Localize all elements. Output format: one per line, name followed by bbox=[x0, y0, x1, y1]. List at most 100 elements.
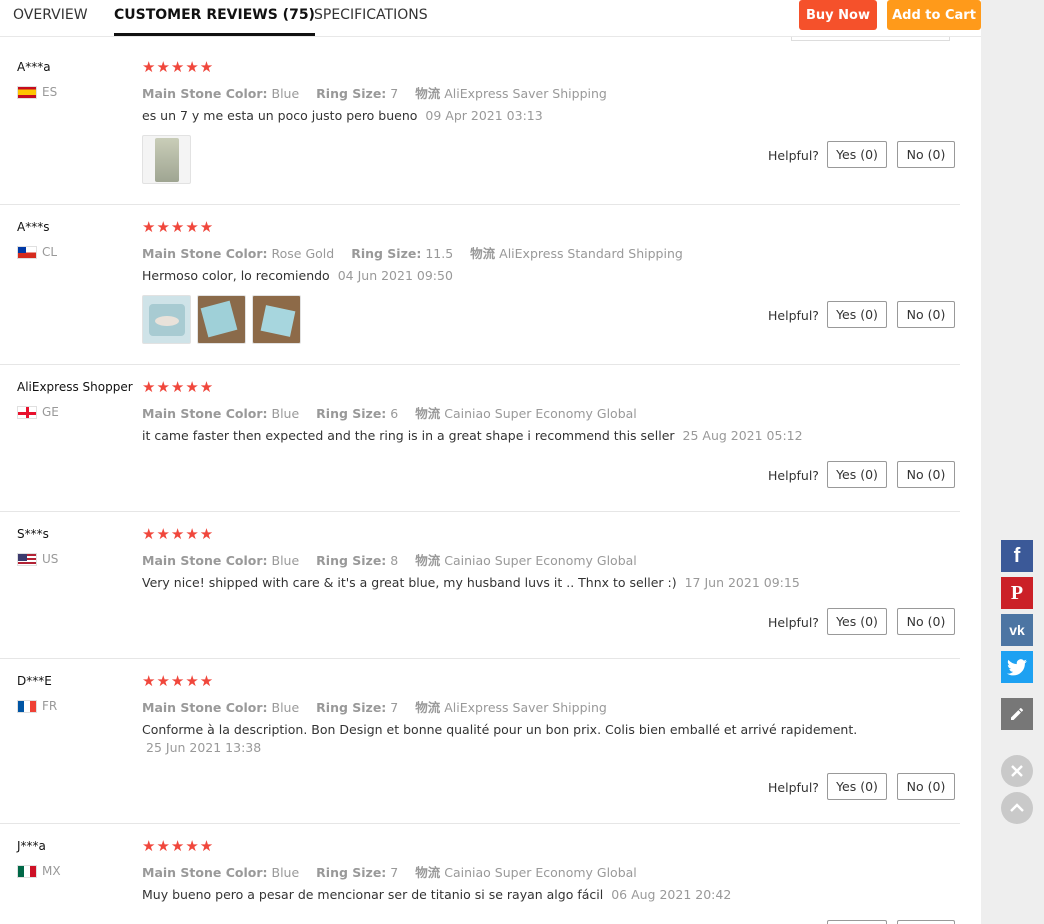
reviewer-country: ES bbox=[17, 85, 57, 99]
feedback-edit-button[interactable] bbox=[1001, 698, 1033, 730]
helpful-yes-button-partial[interactable] bbox=[827, 920, 887, 924]
stone-color-label: Main Stone Color: bbox=[142, 86, 268, 101]
facebook-icon: f bbox=[1013, 544, 1021, 567]
review-photo[interactable] bbox=[197, 295, 246, 344]
close-sidebar-button[interactable] bbox=[1001, 755, 1033, 787]
helpful-yes-button[interactable]: Yes (0) bbox=[827, 461, 887, 488]
star-rating: ★★★★★ bbox=[142, 58, 215, 76]
review-divider bbox=[0, 823, 960, 824]
helpful-yes-button[interactable]: Yes (0) bbox=[827, 773, 887, 800]
review-body: Hermoso color, lo recomiendo bbox=[142, 268, 330, 283]
stone-color-value: Blue bbox=[271, 865, 300, 880]
helpful-no-button-partial[interactable] bbox=[897, 920, 955, 924]
star-rating: ★★★★★ bbox=[142, 672, 215, 690]
helpful-no-button[interactable]: No (0) bbox=[897, 141, 955, 168]
tab-specifications[interactable]: SPECIFICATIONS bbox=[314, 7, 428, 23]
helpful-yes-button[interactable]: Yes (0) bbox=[827, 608, 887, 635]
review-text: it came faster then expected and the rin… bbox=[142, 427, 862, 445]
tab-customer-reviews[interactable]: CUSTOMER REVIEWS (75) bbox=[114, 7, 315, 36]
helpful-no-button[interactable]: No (0) bbox=[897, 461, 955, 488]
stone-color-value: Blue bbox=[271, 406, 300, 421]
review-date: 09 Apr 2021 03:13 bbox=[425, 108, 543, 123]
usa-flag-icon bbox=[17, 552, 37, 566]
reviewer-name: AliExpress Shopper bbox=[17, 380, 133, 394]
review-photos bbox=[142, 295, 301, 344]
review-body: Very nice! shipped with care & it's a gr… bbox=[142, 575, 677, 590]
add-to-cart-button[interactable]: Add to Cart bbox=[887, 0, 981, 30]
stone-color-value: Blue bbox=[271, 86, 300, 101]
reviewer-country: FR bbox=[17, 699, 57, 713]
stone-color-label: Main Stone Color: bbox=[142, 246, 268, 261]
review-body: it came faster then expected and the rin… bbox=[142, 428, 675, 443]
helpful-label: Helpful? bbox=[768, 468, 819, 483]
review-attributes: Main Stone Color: Blue Ring Size: 7 物流 A… bbox=[142, 83, 607, 102]
country-code: US bbox=[42, 552, 59, 566]
review-attributes: Main Stone Color: Blue Ring Size: 7 物流 A… bbox=[142, 697, 607, 716]
stone-color-label: Main Stone Color: bbox=[142, 406, 268, 421]
helpful-label: Helpful? bbox=[768, 308, 819, 323]
twitter-share-button[interactable] bbox=[1001, 651, 1033, 683]
ring-size-value: 6 bbox=[390, 406, 399, 421]
pinterest-share-button[interactable]: P bbox=[1001, 577, 1033, 609]
review-text: es un 7 y me esta un poco justo pero bue… bbox=[142, 107, 862, 125]
ring-size-value: 7 bbox=[390, 86, 399, 101]
review-attributes: Main Stone Color: Blue Ring Size: 8 物流 C… bbox=[142, 550, 637, 569]
shipping-value: AliExpress Saver Shipping bbox=[444, 700, 607, 715]
mexico-flag-icon bbox=[17, 864, 37, 878]
shipping-label: 物流 bbox=[470, 246, 496, 261]
review-divider bbox=[0, 204, 960, 205]
country-code: CL bbox=[42, 245, 58, 259]
country-code: GE bbox=[42, 405, 59, 419]
reviewer-name: D***E bbox=[17, 674, 52, 688]
vk-share-button[interactable]: vk bbox=[1001, 614, 1033, 646]
twitter-icon bbox=[1007, 658, 1027, 675]
tab-overview[interactable]: OVERVIEW bbox=[13, 7, 88, 23]
star-rating: ★★★★★ bbox=[142, 378, 215, 396]
review-text: Muy bueno pero a pesar de mencionar ser … bbox=[142, 886, 862, 904]
ring-size-value: 11.5 bbox=[425, 246, 454, 261]
ring-size-value: 7 bbox=[390, 865, 399, 880]
review-date: 06 Aug 2021 20:42 bbox=[611, 887, 732, 902]
review-divider bbox=[0, 658, 960, 659]
shipping-value: Cainiao Super Economy Global bbox=[444, 865, 637, 880]
review-photo[interactable] bbox=[252, 295, 301, 344]
review-body: Muy bueno pero a pesar de mencionar ser … bbox=[142, 887, 604, 902]
review-attributes: Main Stone Color: Blue Ring Size: 7 物流 C… bbox=[142, 862, 637, 881]
ring-size-label: Ring Size: bbox=[316, 553, 387, 568]
reviewer-name: S***s bbox=[17, 527, 49, 541]
ring-size-label: Ring Size: bbox=[316, 406, 387, 421]
review-date: 25 Jun 2021 13:38 bbox=[146, 740, 262, 755]
reviewer-country: GE bbox=[17, 405, 59, 419]
shipping-value: AliExpress Standard Shipping bbox=[499, 246, 683, 261]
review-text: Hermoso color, lo recomiendo 04 Jun 2021… bbox=[142, 267, 862, 285]
helpful-yes-button[interactable]: Yes (0) bbox=[827, 301, 887, 328]
stone-color-value: Rose Gold bbox=[271, 246, 335, 261]
reviewer-name: J***a bbox=[17, 839, 46, 853]
sort-dropdown-edge[interactable] bbox=[791, 37, 950, 41]
helpful-label: Helpful? bbox=[768, 148, 819, 163]
star-rating: ★★★★★ bbox=[142, 218, 215, 236]
helpful-no-button[interactable]: No (0) bbox=[897, 301, 955, 328]
helpful-no-button[interactable]: No (0) bbox=[897, 773, 955, 800]
reviewer-country: US bbox=[17, 552, 58, 566]
review-text: Very nice! shipped with care & it's a gr… bbox=[142, 574, 862, 592]
spain-flag-icon bbox=[17, 85, 37, 99]
stone-color-value: Blue bbox=[271, 553, 300, 568]
buy-now-button[interactable]: Buy Now bbox=[799, 0, 877, 30]
product-tab-bar: OVERVIEW CUSTOMER REVIEWS (75) SPECIFICA… bbox=[0, 0, 981, 37]
helpful-yes-button[interactable]: Yes (0) bbox=[827, 141, 887, 168]
edit-icon bbox=[1011, 707, 1024, 720]
reviewer-country: MX bbox=[17, 864, 61, 878]
helpful-no-button[interactable]: No (0) bbox=[897, 608, 955, 635]
france-flag-icon bbox=[17, 699, 37, 713]
shipping-value: AliExpress Saver Shipping bbox=[444, 86, 607, 101]
review-photo[interactable] bbox=[142, 135, 191, 184]
review-attributes: Main Stone Color: Blue Ring Size: 6 物流 C… bbox=[142, 403, 637, 422]
facebook-share-button[interactable]: f bbox=[1001, 540, 1033, 572]
back-to-top-button[interactable] bbox=[1001, 792, 1033, 824]
stone-color-label: Main Stone Color: bbox=[142, 700, 268, 715]
shipping-label: 物流 bbox=[415, 865, 441, 880]
shipping-label: 物流 bbox=[415, 86, 441, 101]
review-date: 17 Jun 2021 09:15 bbox=[684, 575, 800, 590]
review-photo[interactable] bbox=[142, 295, 191, 344]
